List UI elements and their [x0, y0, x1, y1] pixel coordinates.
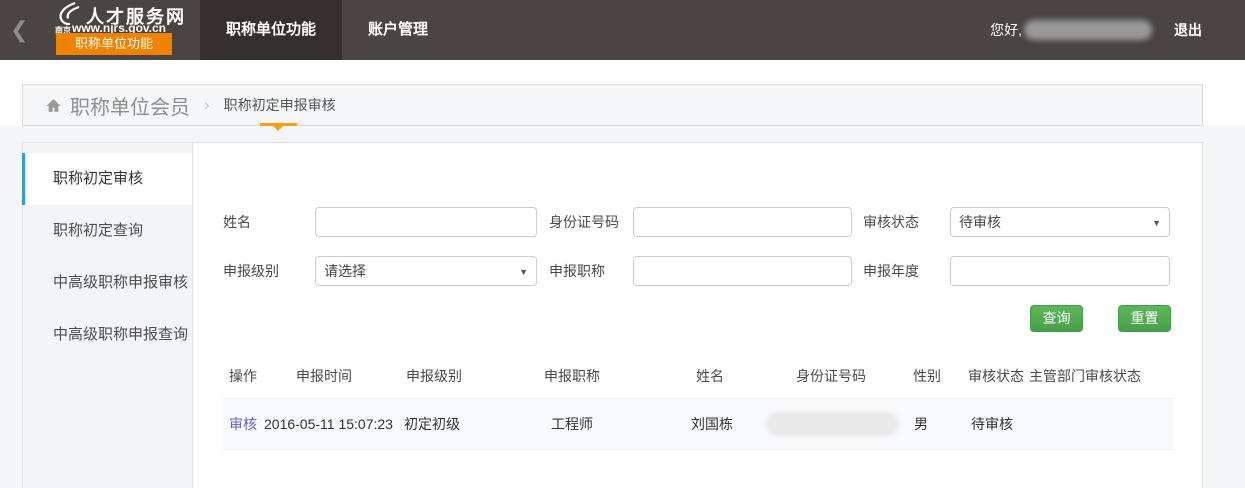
- apply-level-label: 申报级别: [223, 256, 279, 286]
- navbar-tabs: 职称单位功能 账户管理: [200, 0, 454, 60]
- col-dept-audit-status: 主管部门审核状态: [1029, 355, 1141, 397]
- row-audit-status: 待审核: [971, 399, 1013, 449]
- chevron-down-icon: ▼: [519, 258, 528, 286]
- col-name: 姓名: [696, 355, 724, 397]
- apply-title-label: 申报职称: [549, 256, 605, 286]
- main-panel: 姓名 身份证号码 审核状态 待审核 ▼ 申报级别 请选择 ▼ 申报职称 申报年度…: [192, 142, 1203, 488]
- site-logo[interactable]: 南京 人才服务网 www.njrs.gov.cn 职称单位功能: [48, 0, 178, 60]
- row-id-number-redacted-blur: [766, 412, 899, 436]
- apply-title-input[interactable]: [633, 256, 852, 286]
- tab-title-unit-functions[interactable]: 职称单位功能: [200, 0, 342, 60]
- apply-year-input[interactable]: [950, 256, 1170, 286]
- col-id-number: 身份证号码: [796, 355, 866, 397]
- row-apply-time: 2016-05-11 15:07:23: [264, 399, 393, 449]
- apply-level-select[interactable]: 请选择 ▼: [315, 256, 537, 286]
- row-name: 刘国栋: [691, 399, 733, 449]
- col-apply-time: 申报时间: [296, 355, 352, 397]
- audit-status-label: 审核状态: [863, 207, 919, 237]
- back-icon[interactable]: ❮: [10, 17, 28, 43]
- sidebar: 职称初定审核 职称初定查询 中高级职称申报审核 中高级职称申报查询: [22, 142, 192, 488]
- table-header: 操作 申报时间 申报级别 申报职称 姓名 身份证号码 性别 审核状态 主管部门审…: [193, 355, 1202, 397]
- breadcrumb-separator-icon: ›: [204, 95, 210, 115]
- username-redacted-blur: [1024, 20, 1152, 40]
- logo-badge-button[interactable]: 职称单位功能: [56, 33, 172, 55]
- row-gender: 男: [914, 399, 928, 449]
- sidebar-item-mid-senior-review[interactable]: 中高级职称申报审核: [23, 257, 192, 309]
- home-icon: [45, 97, 62, 114]
- audit-status-select[interactable]: 待审核 ▼: [950, 207, 1170, 237]
- name-input[interactable]: [315, 207, 537, 237]
- greeting-text: 您好,: [990, 20, 1022, 40]
- id-number-label: 身份证号码: [549, 207, 619, 237]
- breadcrumb: 职称单位会员 › 职称初定申报审核: [22, 84, 1203, 126]
- col-audit-status: 审核状态: [968, 355, 1024, 397]
- page: ❮ 南京 人才服务网 www.njrs.gov.cn 职称单位功能 职称单位功能…: [0, 0, 1245, 488]
- apply-level-selected-value: 请选择: [324, 263, 366, 279]
- top-navbar: ❮ 南京 人才服务网 www.njrs.gov.cn 职称单位功能 职称单位功能…: [0, 0, 1245, 60]
- chevron-down-icon: ▼: [1152, 209, 1161, 237]
- search-button[interactable]: 查询: [1030, 305, 1083, 332]
- navbar-user-area: 您好, 退出: [990, 0, 1202, 60]
- reset-button[interactable]: 重置: [1118, 305, 1171, 332]
- col-apply-level: 申报级别: [406, 355, 462, 397]
- sidebar-item-title-initial-review[interactable]: 职称初定审核: [22, 153, 192, 205]
- breadcrumb-current: 职称初定申报审核: [224, 95, 336, 115]
- tab-account-management[interactable]: 账户管理: [342, 0, 454, 60]
- apply-year-label: 申报年度: [863, 256, 919, 286]
- sidebar-item-mid-senior-query[interactable]: 中高级职称申报查询: [23, 309, 192, 361]
- row-review-link[interactable]: 审核: [229, 399, 257, 449]
- col-action: 操作: [229, 355, 257, 397]
- logout-link[interactable]: 退出: [1174, 20, 1202, 40]
- audit-status-selected-value: 待审核: [959, 214, 1001, 230]
- name-label: 姓名: [223, 207, 251, 237]
- col-apply-title: 申报职称: [544, 355, 600, 397]
- breadcrumb-active-marker: [260, 123, 297, 126]
- breadcrumb-root[interactable]: 职称单位会员: [70, 91, 190, 120]
- table-row: 审核 2016-05-11 15:07:23 初定初级 工程师 刘国栋 男 待审…: [223, 398, 1174, 450]
- row-apply-level: 初定初级: [404, 399, 460, 449]
- col-gender: 性别: [913, 355, 941, 397]
- id-number-input[interactable]: [633, 207, 852, 237]
- sidebar-item-title-initial-query[interactable]: 职称初定查询: [23, 205, 192, 257]
- row-apply-title: 工程师: [551, 399, 593, 449]
